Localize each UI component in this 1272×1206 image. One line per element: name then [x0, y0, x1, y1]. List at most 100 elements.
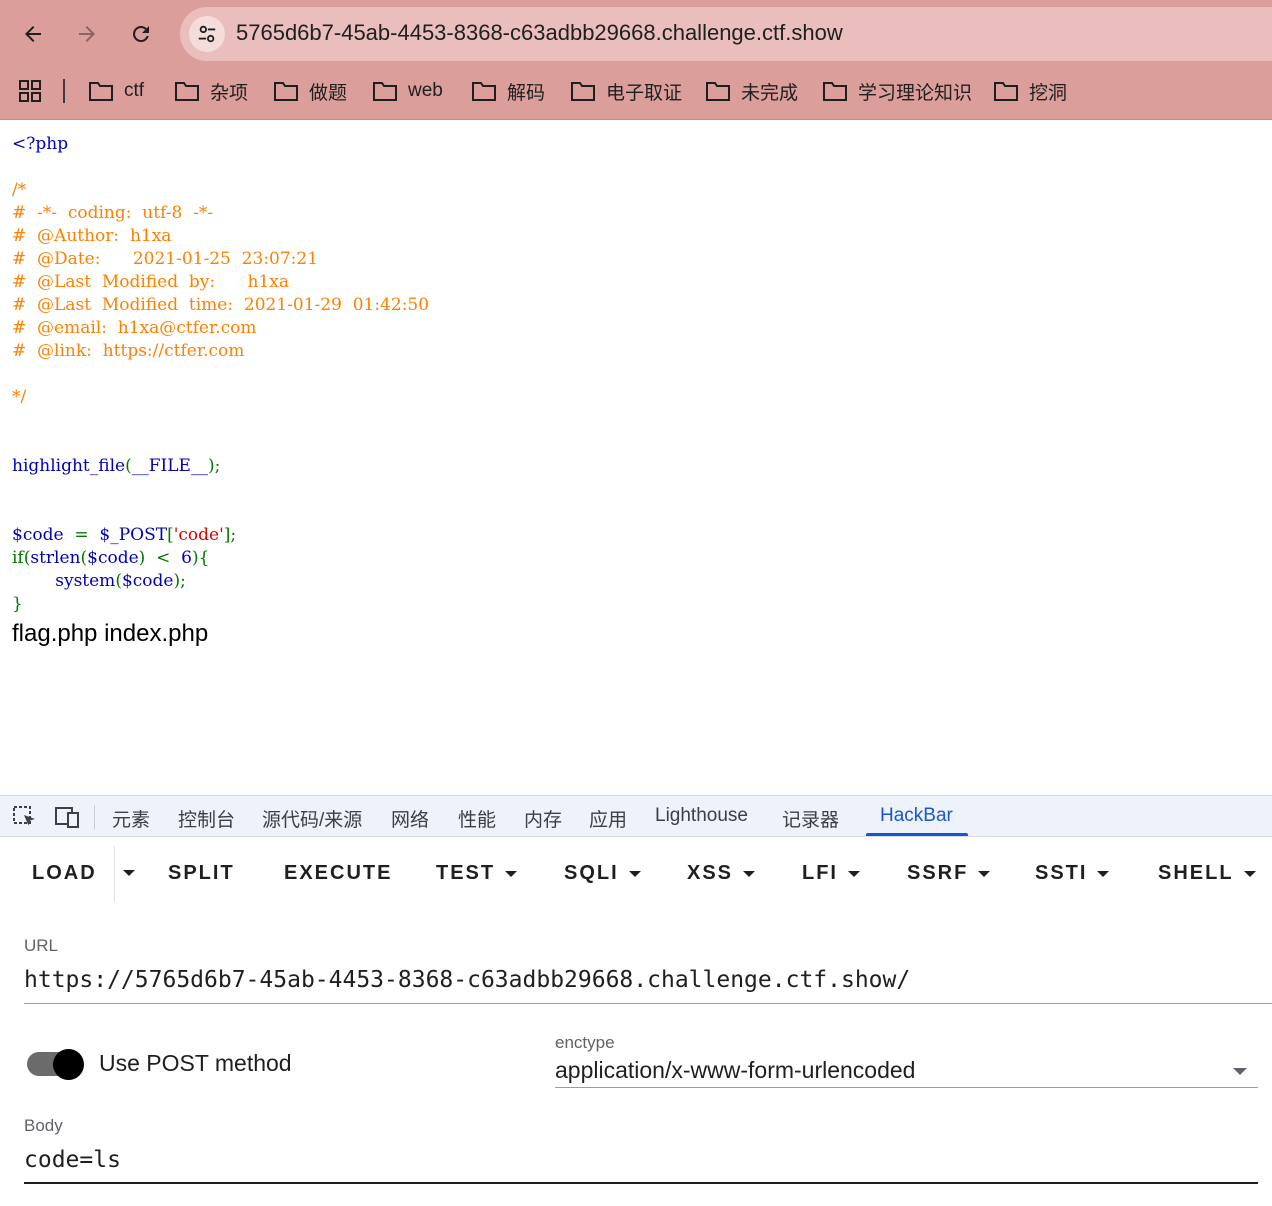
folder-icon: [274, 82, 298, 101]
bookmark-label: ctf: [124, 80, 145, 101]
chevron-down-icon[interactable]: [1233, 1068, 1247, 1075]
bookmarks-separator: [63, 79, 65, 103]
bookmark-label: 未完成: [741, 82, 799, 104]
code-token: highlight_file: [12, 456, 126, 476]
code-token: );: [173, 571, 186, 591]
load-dropdown-button[interactable]: [123, 870, 135, 876]
execute-button[interactable]: EXECUTE: [284, 862, 392, 885]
sqli-menu-button[interactable]: SQLI: [564, 862, 641, 885]
code-token: 6: [181, 548, 192, 568]
post-method-label: Use POST method: [99, 1050, 292, 1076]
php-source-code: <?php /* # -*- coding: utf-8 -*- # @Auth…: [12, 133, 429, 616]
url-field[interactable]: https://5765d6b7-45ab-4453-8368-c63adbb2…: [24, 967, 910, 993]
hackbar-toolbar: LOAD SPLIT EXECUTE TEST SQLI XSS LFI SSR…: [0, 838, 1272, 910]
tab-network[interactable]: 网络: [391, 805, 429, 832]
bookmark-theory[interactable]: 学习理论知识: [822, 77, 972, 105]
code-comment: # -*- coding: utf-8 -*-: [12, 203, 214, 223]
code-token: =: [63, 525, 100, 545]
code-token: }: [12, 594, 23, 614]
address-bar[interactable]: 5765d6b7-45ab-4453-8368-c63adbb29668.cha…: [180, 7, 1272, 61]
bookmark-label: 杂项: [210, 82, 249, 104]
bookmark-label: web: [408, 80, 443, 101]
address-bar-url: 5765d6b7-45ab-4453-8368-c63adbb29668.cha…: [236, 20, 843, 45]
devtools-tab-bar: 元素 控制台 源代码/来源 网络 性能 内存 应用 Lighthouse 记录器…: [0, 795, 1272, 837]
folder-icon: [994, 82, 1018, 101]
code-comment: # @Date: 2021-01-25 23:07:21: [12, 249, 319, 269]
bookmark-forensics[interactable]: 电子取证: [570, 77, 682, 105]
test-menu-button[interactable]: TEST: [436, 862, 518, 885]
test-label: TEST: [436, 862, 496, 884]
ssti-menu-button[interactable]: SSTI: [1035, 862, 1110, 885]
shell-menu-button[interactable]: SHELL: [1158, 862, 1256, 885]
tab-hackbar[interactable]: HackBar: [880, 805, 953, 827]
execute-label: EXECUTE: [284, 862, 393, 884]
bookmark-vuln-hunting[interactable]: 挖洞: [993, 77, 1067, 105]
code-comment: # @link: https://ctfer.com: [12, 341, 245, 361]
shell-label: SHELL: [1158, 862, 1234, 884]
tab-elements[interactable]: 元素: [112, 805, 150, 832]
active-tab-indicator: [866, 833, 968, 836]
post-method-toggle-knob[interactable]: [53, 1049, 84, 1080]
arrow-right-icon: [79, 26, 95, 42]
bookmarks-bar: ctf 杂项 做题 web 解码 电子取证 未完成 学习理论知识 挖洞: [0, 66, 1272, 120]
ssti-label: SSTI: [1035, 862, 1088, 884]
code-token: (: [115, 571, 122, 591]
code-comment: */: [12, 387, 27, 407]
folder-icon: [175, 82, 199, 101]
code-token: system: [55, 571, 116, 591]
lfi-menu-button[interactable]: LFI: [802, 862, 860, 885]
browser-toolbar: 5765d6b7-45ab-4453-8368-c63adbb29668.cha…: [0, 0, 1272, 66]
url-field-underline: [24, 1003, 1272, 1004]
apps-grid-icon[interactable]: [18, 79, 42, 103]
tab-recorder[interactable]: 记录器: [782, 805, 839, 832]
chevron-down-icon: [505, 870, 518, 877]
split-button[interactable]: SPLIT: [168, 862, 235, 885]
code-comment: /*: [12, 180, 27, 200]
back-button[interactable]: [13, 14, 53, 54]
chevron-down-icon: [848, 870, 860, 877]
bookmark-decode[interactable]: 解码: [471, 77, 545, 105]
chevron-down-icon: [123, 870, 135, 876]
tab-memory[interactable]: 内存: [524, 805, 562, 832]
tab-lighthouse[interactable]: Lighthouse: [655, 805, 748, 827]
bookmark-misc[interactable]: 杂项: [174, 77, 248, 105]
bookmark-unfinished[interactable]: 未完成: [705, 77, 798, 105]
enctype-select[interactable]: application/x-www-form-urlencoded: [555, 1057, 915, 1084]
code-comment: # @Author: h1xa: [12, 226, 172, 246]
split-label: SPLIT: [168, 862, 235, 884]
load-divider: [114, 846, 115, 902]
bookmark-ctf[interactable]: ctf: [88, 77, 144, 105]
code-token: );: [207, 456, 221, 476]
tab-application[interactable]: 应用: [589, 805, 627, 832]
device-toolbar-icon[interactable]: [54, 805, 80, 829]
folder-icon: [706, 82, 730, 101]
inspect-element-icon[interactable]: [12, 805, 38, 829]
ssrf-label: SSRF: [907, 862, 969, 884]
tab-console[interactable]: 控制台: [178, 805, 235, 832]
reload-button[interactable]: [121, 14, 161, 54]
tab-performance[interactable]: 性能: [458, 805, 496, 832]
bookmark-label: 解码: [507, 82, 546, 104]
bookmark-label: 电子取证: [606, 82, 683, 104]
bookmark-label: 做题: [309, 82, 348, 104]
load-button[interactable]: LOAD: [32, 862, 97, 885]
code-token: $code: [121, 571, 174, 591]
tab-sources[interactable]: 源代码/来源: [262, 805, 362, 832]
code-token: $code: [12, 525, 64, 545]
site-info-button[interactable]: [189, 16, 225, 52]
body-field[interactable]: code=ls: [24, 1147, 121, 1173]
folder-icon: [472, 82, 496, 101]
code-token: strlen: [30, 548, 81, 568]
code-token: [: [167, 525, 174, 545]
ssrf-menu-button[interactable]: SSRF: [907, 862, 991, 885]
bookmark-web[interactable]: web: [372, 77, 443, 105]
code-token: (: [125, 456, 132, 476]
folder-icon: [823, 82, 847, 101]
arrow-left-icon: [25, 26, 41, 42]
xss-menu-button[interactable]: XSS: [687, 862, 756, 885]
bookmark-practice[interactable]: 做题: [273, 77, 347, 105]
url-field-label: URL: [24, 936, 59, 955]
folder-icon: [373, 82, 397, 101]
forward-button[interactable]: [67, 14, 107, 54]
